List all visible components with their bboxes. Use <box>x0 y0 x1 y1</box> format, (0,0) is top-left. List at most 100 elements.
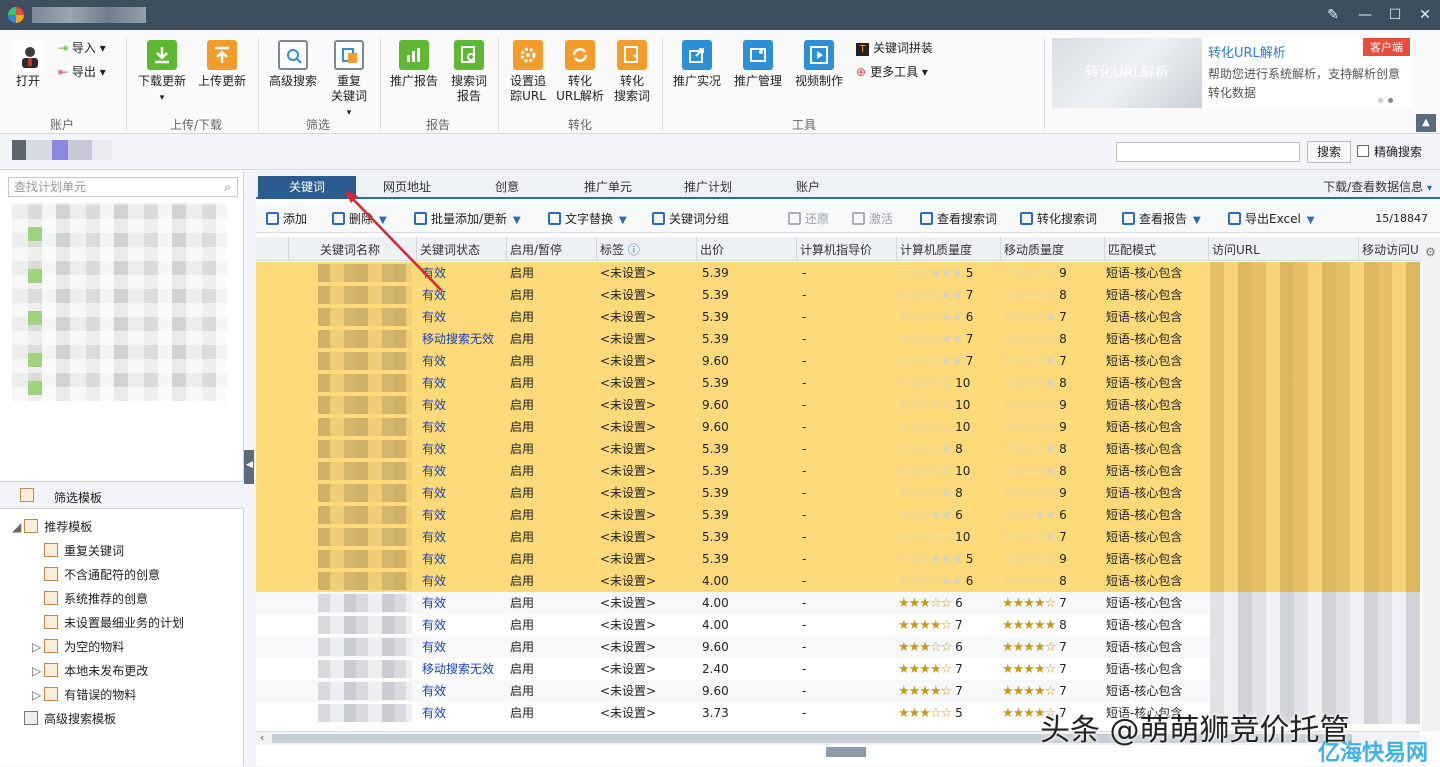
convert-search-term-button[interactable]: 转化 搜索词 <box>610 40 654 104</box>
keyword-name-blurred[interactable] <box>318 308 412 326</box>
export-button[interactable]: ⇤ 导出 ▾ <box>58 64 106 80</box>
video-make-button[interactable]: 视频制作 <box>792 40 846 89</box>
left-pane-collapse-handle[interactable]: ◀ <box>244 450 254 484</box>
url-blurred[interactable] <box>1210 438 1420 460</box>
ad-panel[interactable]: 转化URL解析 转化URL解析 帮助您进行系统解析，支持解析创意转化数据 客户端 <box>1052 38 1412 108</box>
enabled-state[interactable]: 启用 <box>510 504 534 526</box>
keyword-status[interactable]: 有效 <box>422 614 446 636</box>
tag-cell[interactable]: <未设置> <box>600 504 656 526</box>
bid-cell[interactable]: 5.39 <box>702 284 729 306</box>
url-blurred[interactable] <box>1210 416 1420 438</box>
match-mode-cell[interactable]: 短语-核心包含 <box>1106 526 1182 548</box>
match-mode-cell[interactable]: 短语-核心包含 <box>1106 460 1182 482</box>
open-button[interactable]: 打开 <box>10 40 46 89</box>
tag-cell[interactable]: <未设置> <box>600 636 656 658</box>
match-mode-cell[interactable]: 短语-核心包含 <box>1106 636 1182 658</box>
enabled-state[interactable]: 启用 <box>510 592 534 614</box>
url-blurred[interactable] <box>1210 636 1420 658</box>
keyword-status[interactable]: 有效 <box>422 680 446 702</box>
bid-cell[interactable]: 9.60 <box>702 636 729 658</box>
bid-cell[interactable]: 5.39 <box>702 526 729 548</box>
keyword-status[interactable]: 有效 <box>422 372 446 394</box>
url-blurred[interactable] <box>1210 372 1420 394</box>
url-blurred[interactable] <box>1210 460 1420 482</box>
text-replace-button[interactable]: 文字替换 ▼ <box>548 210 627 227</box>
tag-cell[interactable]: <未设置> <box>600 680 656 702</box>
keyword-name-blurred[interactable] <box>318 396 412 414</box>
view-search-terms-button[interactable]: 查看搜索词 <box>920 210 997 227</box>
keyword-status[interactable]: 有效 <box>422 394 446 416</box>
bid-cell[interactable]: 5.39 <box>702 328 729 350</box>
bid-cell[interactable]: 5.39 <box>702 306 729 328</box>
tab-keywords[interactable]: 关键词 <box>258 176 356 199</box>
keyword-status[interactable]: 有效 <box>422 636 446 658</box>
keyword-status[interactable]: 有效 <box>422 306 446 328</box>
url-blurred[interactable] <box>1210 526 1420 548</box>
batch-add-button[interactable]: 批量添加/更新 ▼ <box>414 210 521 227</box>
tab-units[interactable]: 推广单元 <box>558 176 658 199</box>
upload-update-button[interactable]: 上传更新 <box>196 40 248 89</box>
enabled-state[interactable]: 启用 <box>510 306 534 328</box>
template-item[interactable]: 不含通配符的创意 <box>44 566 160 583</box>
url-blurred[interactable] <box>1210 548 1420 570</box>
enabled-state[interactable]: 启用 <box>510 614 534 636</box>
match-mode-cell[interactable]: 短语-核心包含 <box>1106 592 1182 614</box>
bottom-panel-toggle[interactable] <box>826 747 866 757</box>
recommended-templates-node[interactable]: ◢ 推荐模板 <box>12 518 92 535</box>
plan-search-input[interactable]: 查找计划单元 ⌕ <box>8 177 238 197</box>
url-blurred[interactable] <box>1210 570 1420 592</box>
enabled-state[interactable]: 启用 <box>510 658 534 680</box>
table-row[interactable]: 有效 启用 <未设置> 9.60- ☆☆☆☆☆ 10 ☆☆☆☆☆ 9 短语-核心包含 <box>256 394 1420 416</box>
url-blurred[interactable] <box>1210 592 1420 614</box>
bid-cell[interactable]: 5.39 <box>702 262 729 284</box>
table-row[interactable]: 有效 启用 <未设置> 5.39 - ☆☆☆☆☆ 10 ☆☆☆☆★ 7 短语-核心包含 <box>256 526 1420 548</box>
set-tracking-url-button[interactable]: 设置追 踪URL <box>506 40 550 104</box>
convert-url-parse-button[interactable]: 转化 URL解析 <box>556 40 604 104</box>
vertical-scrollbar[interactable]: ⚙ <box>1422 237 1440 731</box>
enabled-state[interactable]: 启用 <box>510 570 534 592</box>
url-blurred[interactable] <box>1210 482 1420 504</box>
template-item[interactable]: 未设置最细业务的计划 <box>44 614 184 631</box>
col-tag[interactable]: 标签 ⓘ <box>600 241 696 258</box>
keyword-name-blurred[interactable] <box>318 506 412 524</box>
enabled-state[interactable]: 启用 <box>510 460 534 482</box>
bid-cell[interactable]: 5.39 <box>702 372 729 394</box>
enabled-state[interactable]: 启用 <box>510 526 534 548</box>
keyword-status[interactable]: 有效 <box>422 482 446 504</box>
col-match-mode[interactable]: 匹配模式 <box>1108 241 1208 258</box>
table-row[interactable]: 有效 启用 <未设置> 5.39 - ☆☆☆☆★ 8 ☆☆☆☆☆ 9 短语-核心包含 <box>256 482 1420 504</box>
match-mode-cell[interactable]: 短语-核心包含 <box>1106 438 1182 460</box>
keyword-status[interactable]: 有效 <box>422 262 446 284</box>
tag-cell[interactable]: <未设置> <box>600 350 656 372</box>
enabled-state[interactable]: 启用 <box>510 438 534 460</box>
keyword-name-blurred[interactable] <box>318 462 412 480</box>
match-mode-cell[interactable]: 短语-核心包含 <box>1106 284 1182 306</box>
tag-cell[interactable]: <未设置> <box>600 614 656 636</box>
keyword-name-blurred[interactable] <box>318 682 412 700</box>
close-button[interactable]: ✕ <box>1414 5 1436 25</box>
tag-cell[interactable]: <未设置> <box>600 262 656 284</box>
table-row[interactable]: 有效 启用 <未设置> 5.39 - ☆☆☆☆☆ 10 ☆☆☆☆★ 8 短语-核心包含 <box>256 372 1420 394</box>
keyword-status[interactable]: 有效 <box>422 526 446 548</box>
keyword-status[interactable]: 有效 <box>422 548 446 570</box>
enabled-state[interactable]: 启用 <box>510 394 534 416</box>
match-mode-cell[interactable]: 短语-核心包含 <box>1106 570 1182 592</box>
restore-button[interactable]: 还原 <box>788 210 829 227</box>
bid-cell[interactable]: 9.60 <box>702 416 729 438</box>
bid-cell[interactable]: 4.00 <box>702 592 729 614</box>
enabled-state[interactable]: 启用 <box>510 328 534 350</box>
keyword-name-blurred[interactable] <box>318 638 412 656</box>
delete-button[interactable]: 删除 ▼ <box>332 210 387 227</box>
bid-cell[interactable]: 5.39 <box>702 438 729 460</box>
match-mode-cell[interactable]: 短语-核心包含 <box>1106 680 1182 702</box>
match-mode-cell[interactable]: 短语-核心包含 <box>1106 350 1182 372</box>
keyword-status[interactable]: 有效 <box>422 570 446 592</box>
maximize-button[interactable]: ☐ <box>1384 5 1406 25</box>
table-row[interactable]: 有效 启用 <未设置> 5.39 - ☆☆☆☆★★ 6 ☆☆☆☆★ 7 短语-核心包含 <box>256 306 1420 328</box>
promotion-manage-button[interactable]: 推广管理 <box>730 40 786 89</box>
exact-search-checkbox[interactable] <box>1357 145 1369 157</box>
tag-cell[interactable]: <未设置> <box>600 570 656 592</box>
col-bid[interactable]: 出价 <box>700 241 796 258</box>
table-row[interactable]: 移动搜索无效 启用 <未设置> 5.39 - ☆☆☆☆★★ 7 ☆☆☆☆☆ 8 短语-核心包含 <box>256 328 1420 350</box>
tag-cell[interactable]: <未设置> <box>600 328 656 350</box>
